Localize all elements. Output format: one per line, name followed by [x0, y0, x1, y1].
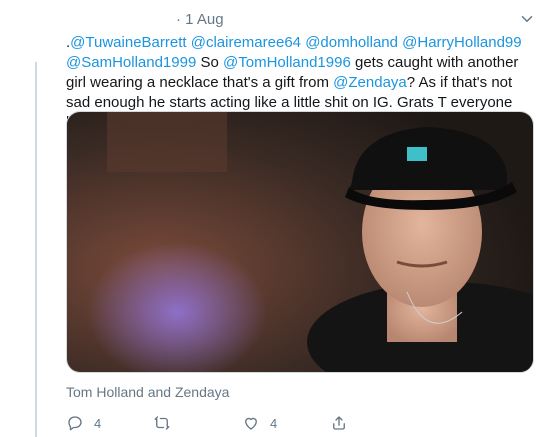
share-icon: [333, 416, 345, 430]
reply-icon: [68, 416, 82, 431]
chevron-down-icon[interactable]: [518, 10, 536, 28]
share-button[interactable]: [330, 412, 348, 434]
mention-link[interactable]: @domholland: [305, 34, 398, 51]
mention-link[interactable]: @TuwaineBarrett: [70, 34, 186, 51]
reply-button[interactable]: 4: [66, 412, 101, 434]
tweet-actions: 4 4: [66, 412, 486, 434]
mention-link[interactable]: @Zendaya: [333, 74, 407, 91]
tweet-photo[interactable]: [66, 111, 534, 373]
heart-icon: [245, 417, 257, 430]
tweet-text-segment: So: [196, 54, 223, 71]
mention-link[interactable]: @TomHolland1996: [223, 54, 351, 71]
reply-count: 4: [94, 415, 102, 431]
tweet-timestamp[interactable]: · 1 Aug: [176, 11, 224, 28]
retweet-icon: [154, 416, 170, 430]
mention-link[interactable]: @SamHolland1999: [66, 54, 196, 71]
like-count: 4: [270, 415, 278, 431]
photo-caption: Tom Holland and Zendaya: [66, 384, 230, 400]
like-button[interactable]: 4: [242, 412, 277, 434]
retweet-button[interactable]: [153, 412, 181, 434]
thread-line: [35, 62, 37, 437]
mention-link[interactable]: @clairemaree64: [191, 34, 301, 51]
mention-link[interactable]: @HarryHolland99: [402, 34, 521, 51]
photo-image: [67, 112, 533, 372]
